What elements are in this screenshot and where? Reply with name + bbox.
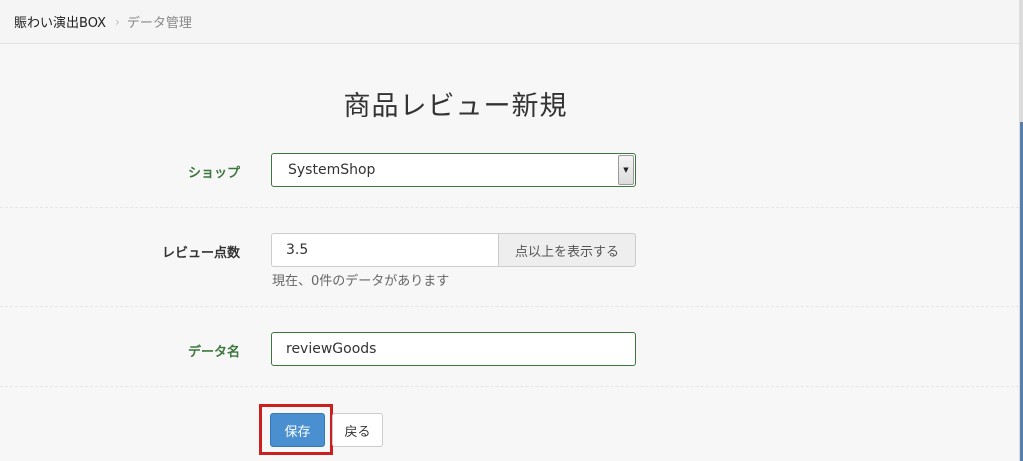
chevron-right-icon: › (115, 14, 120, 29)
row-divider (0, 306, 1019, 307)
save-button[interactable]: 保存 (270, 413, 325, 447)
review-score-help-text: 現在、0件のデータがあります (272, 274, 450, 289)
page-title: 商品レビュー新規 (343, 91, 568, 122)
vertical-scrollbar[interactable] (1019, 0, 1023, 461)
row-divider (0, 207, 1019, 208)
breadcrumb: 賑わい演出BOX › データ管理 (0, 0, 1019, 44)
data-name-input[interactable] (271, 332, 636, 366)
shop-select-value: SystemShop (288, 162, 376, 178)
breadcrumb-home-link[interactable]: 賑わい演出BOX (14, 12, 106, 31)
review-score-input[interactable] (271, 233, 498, 267)
review-score-label: レビュー点数 (161, 246, 240, 261)
review-score-addon: 点以上を表示する (498, 233, 636, 267)
back-button[interactable]: 戻る (332, 413, 383, 447)
shop-select[interactable]: SystemShop ▼ (271, 153, 636, 187)
review-score-input-group: 点以上を表示する (271, 233, 636, 267)
row-divider (0, 386, 1019, 387)
shop-label: ショップ (187, 166, 240, 181)
caret-down-icon[interactable]: ▼ (618, 155, 634, 185)
data-name-label: データ名 (187, 345, 240, 360)
breadcrumb-current: データ管理 (126, 16, 192, 31)
